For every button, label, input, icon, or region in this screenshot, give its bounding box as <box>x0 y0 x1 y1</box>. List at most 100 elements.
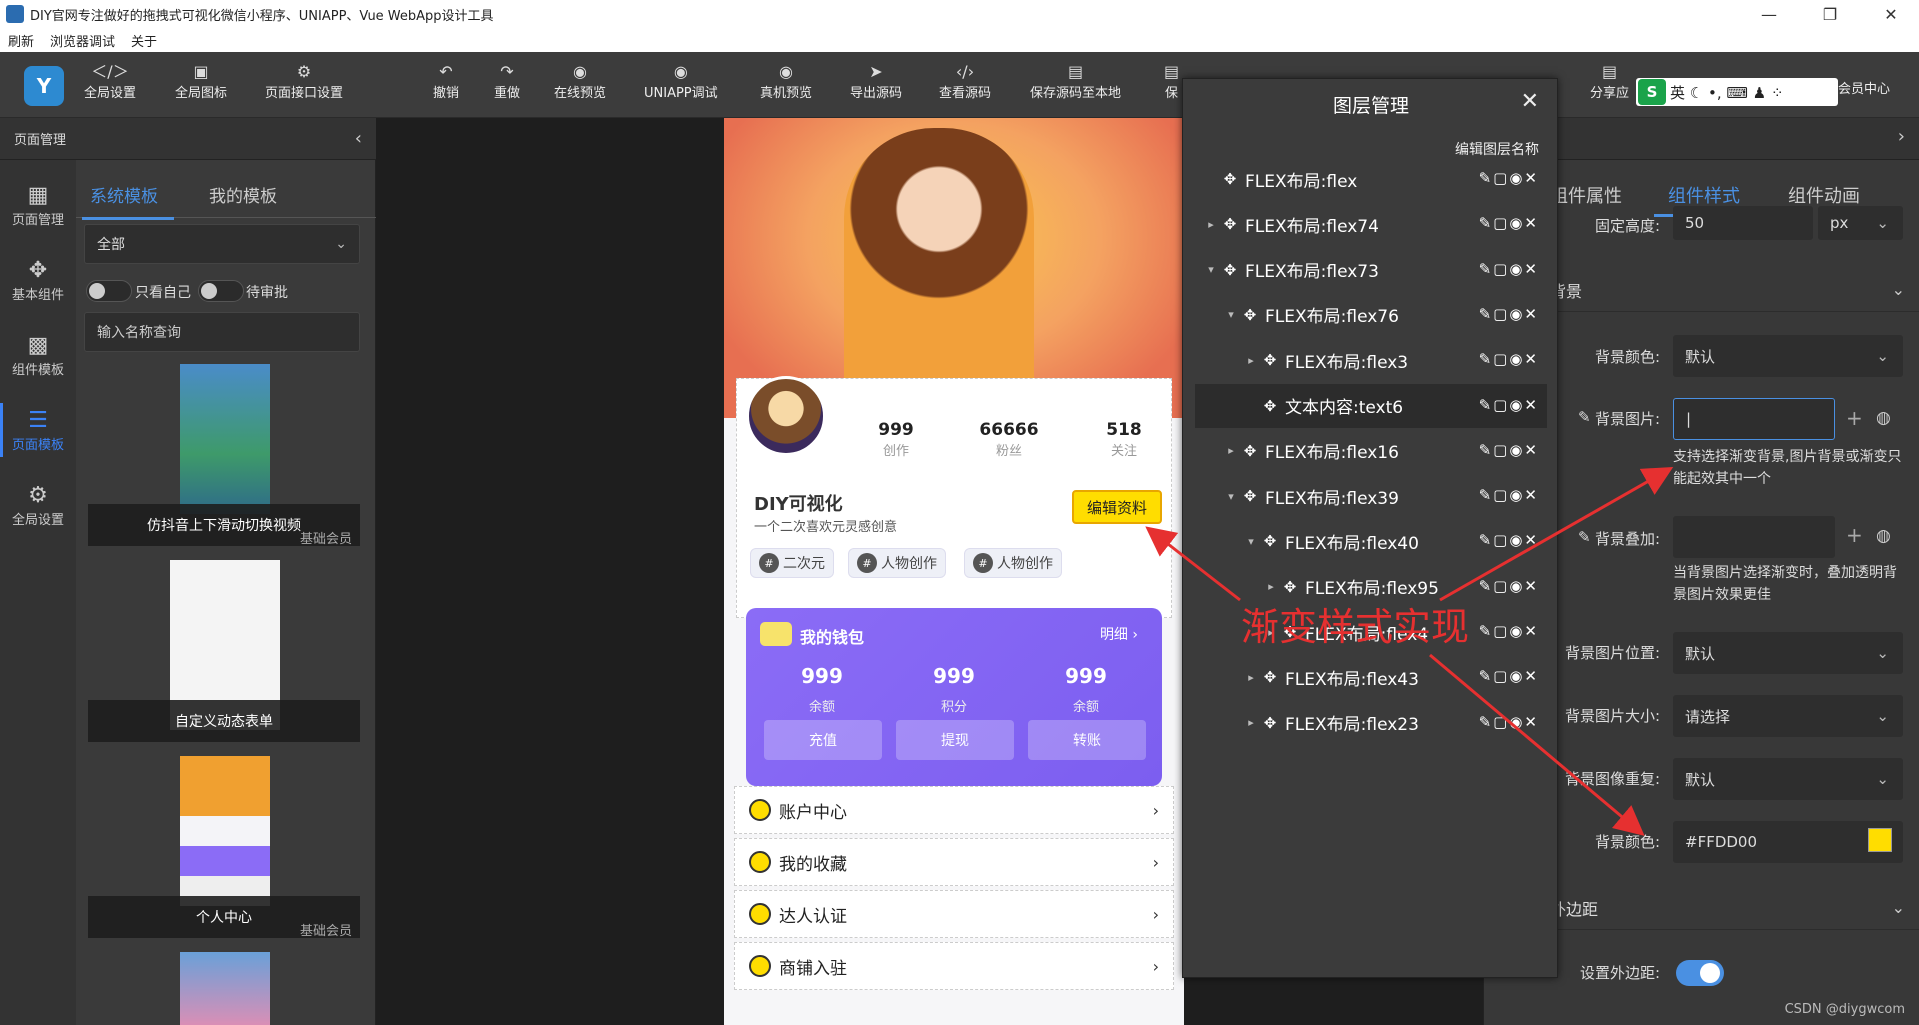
edit-profile-button[interactable]: 编辑资料 <box>1072 490 1162 524</box>
section-background[interactable]: 背景 ⌄ <box>1550 268 1919 312</box>
bg-overlay-input[interactable] <box>1673 516 1835 558</box>
transfer-button[interactable]: 转账 <box>1028 720 1146 760</box>
menu-browser-debug[interactable]: 浏览器调试 <box>50 31 115 50</box>
expand-right-icon[interactable]: ▸ <box>1243 671 1259 684</box>
layer-actions-icon[interactable]: ✎▢◉✕ <box>1479 622 1539 640</box>
export-source-button[interactable]: ➤ 导出源码 <box>850 62 902 101</box>
self-only-toggle[interactable] <box>86 280 132 302</box>
height-unit-select[interactable]: px ⌄ <box>1818 206 1903 240</box>
tab-component-style[interactable]: 组件样式 <box>1668 182 1740 208</box>
layer-actions-icon[interactable]: ✎▢◉✕ <box>1479 531 1539 549</box>
expand-right-icon[interactable]: ▸ <box>1223 444 1239 457</box>
expand-right-icon[interactable]: ▸ <box>1243 716 1259 729</box>
layer-row[interactable]: ▾ ✥ FLEX布局:flex76 ✎▢◉✕ <box>1195 293 1547 337</box>
layer-actions-icon[interactable]: ✎▢◉✕ <box>1479 350 1539 368</box>
menu-refresh[interactable]: 刷新 <box>8 31 34 50</box>
drag-handle-icon[interactable]: ✥ <box>1259 351 1281 369</box>
online-preview-button[interactable]: ◉ 在线预览 <box>554 62 606 101</box>
layer-row[interactable]: ✥ FLEX布局:flex ✎▢◉✕ <box>1195 157 1547 201</box>
pending-review-toggle[interactable] <box>198 280 244 302</box>
palette-icon[interactable]: ◍ <box>1876 526 1891 546</box>
drag-handle-icon[interactable]: ✥ <box>1259 532 1281 550</box>
expand-down-icon[interactable]: ▾ <box>1223 490 1239 503</box>
layer-row[interactable]: ▸ ✥ FLEX布局:flex23 ✎▢◉✕ <box>1195 701 1547 745</box>
stat-fans[interactable]: 66666 粉丝 <box>969 420 1049 459</box>
wallet-detail-link[interactable]: 明细 › <box>1100 624 1138 644</box>
expand-right-icon[interactable]: ▸ <box>1243 354 1259 367</box>
expand-right-icon[interactable]: ▸ <box>1263 580 1279 593</box>
layer-actions-icon[interactable]: ✎▢◉✕ <box>1479 305 1539 323</box>
template-search-input[interactable]: 输入名称查询 <box>84 312 360 352</box>
drag-handle-icon[interactable]: ✥ <box>1239 306 1261 324</box>
collapse-left-icon[interactable]: ‹ <box>355 128 362 149</box>
drag-handle-icon[interactable]: ✥ <box>1219 215 1241 233</box>
phone-preview[interactable]: 999 创作 66666 粉丝 518 关注 DIY可视化 一个二次喜欢元灵感创意 编… <box>724 118 1184 1025</box>
bg-color-select[interactable]: 默认 ⌄ <box>1673 335 1903 377</box>
layer-actions-icon[interactable]: ✎▢◉✕ <box>1479 577 1539 595</box>
add-icon[interactable]: + <box>1846 406 1863 430</box>
tag-chip[interactable]: # 人物创作 <box>848 548 946 578</box>
bg-image-input[interactable]: | <box>1673 398 1835 440</box>
template-thumbnail[interactable] <box>180 952 270 1025</box>
template-thumbnail[interactable] <box>180 364 270 514</box>
view-source-button[interactable]: ‹/› 查看源码 <box>939 62 991 101</box>
color-swatch[interactable] <box>1868 828 1892 852</box>
tab-component-animation[interactable]: 组件动画 <box>1788 182 1860 208</box>
member-center-link[interactable]: 会员中心 <box>1838 78 1890 97</box>
drag-handle-icon[interactable]: ✥ <box>1279 578 1301 596</box>
nickname[interactable]: DIY可视化 <box>754 490 843 516</box>
layer-actions-icon[interactable]: ✎▢◉✕ <box>1479 713 1539 731</box>
drag-handle-icon[interactable]: ✥ <box>1259 668 1281 686</box>
bg-position-select[interactable]: 默认 ⌄ <box>1673 632 1903 674</box>
drag-handle-icon[interactable]: ✥ <box>1239 442 1261 460</box>
template-name[interactable]: 自定义动态表单 <box>88 700 360 742</box>
template-thumbnail[interactable] <box>180 756 270 906</box>
menu-favorites[interactable]: 我的收藏 › <box>734 838 1174 886</box>
drag-handle-icon[interactable]: ✥ <box>1219 170 1241 188</box>
edit-layer-names-link[interactable]: 编辑图层名称 <box>1455 139 1539 159</box>
redo-button[interactable]: ↷ 重做 <box>494 62 520 101</box>
wallet-card[interactable]: 我的钱包 明细 › 999 余额 充值 999 积分 提现 999 余额 转账 <box>746 608 1162 786</box>
expand-down-icon[interactable]: ▾ <box>1203 263 1219 276</box>
palette-icon[interactable]: ◍ <box>1876 408 1891 428</box>
save-source-local-button[interactable]: ▤ 保存源码至本地 <box>1030 62 1121 101</box>
layer-row[interactable]: ▾ ✥ FLEX布局:flex39 ✎▢◉✕ <box>1195 474 1547 518</box>
layer-row[interactable]: ▸ ✥ FLEX布局:flex3 ✎▢◉✕ <box>1195 338 1547 382</box>
global-icons-button[interactable]: ▣ 全局图标 <box>175 62 227 101</box>
margin-toggle[interactable] <box>1676 960 1724 986</box>
maximize-button[interactable]: ❐ <box>1805 0 1855 28</box>
close-icon[interactable]: ✕ <box>1521 89 1539 114</box>
menu-shop-join[interactable]: 商铺入驻 › <box>734 942 1174 990</box>
layer-row[interactable]: ▾ ✥ FLEX布局:flex73 ✎▢◉✕ <box>1195 248 1547 292</box>
layer-row[interactable]: ▾ ✥ FLEX布局:flex40 ✎▢◉✕ <box>1195 519 1547 563</box>
tag-chip[interactable]: # 二次元 <box>750 548 834 578</box>
stat-works[interactable]: 999 创作 <box>866 420 926 459</box>
tag-chip[interactable]: # 人物创作 <box>964 548 1062 578</box>
drag-handle-icon[interactable]: ✥ <box>1259 397 1281 415</box>
menu-verification[interactable]: 达人认证 › <box>734 890 1174 938</box>
layer-actions-icon[interactable]: ✎▢◉✕ <box>1479 441 1539 459</box>
tab-my-templates[interactable]: 我的模板 <box>209 182 277 207</box>
nav-page-manage[interactable]: ▦ 页面管理 <box>0 170 76 240</box>
nav-global-settings[interactable]: ⚙ 全局设置 <box>0 470 76 540</box>
bg-size-select[interactable]: 请选择 ⌄ <box>1673 695 1903 737</box>
category-select[interactable]: 全部 ⌄ <box>84 224 360 264</box>
fixed-height-input[interactable]: 50 <box>1673 206 1813 240</box>
recharge-button[interactable]: 充值 <box>764 720 882 760</box>
hero-banner-image[interactable] <box>724 118 1184 418</box>
nav-component-templates[interactable]: ▩ 组件模板 <box>0 320 76 390</box>
layer-row[interactable]: ✥ 文本内容:text6 ✎▢◉✕ <box>1195 383 1547 428</box>
layer-actions-icon[interactable]: ✎▢◉✕ <box>1479 169 1539 187</box>
ime-status[interactable]: 英 ☾ •, ⌨ ♟ ⁘ <box>1670 82 1784 103</box>
close-window-button[interactable]: ✕ <box>1866 0 1916 28</box>
device-preview-button[interactable]: ◉ 真机预览 <box>760 62 812 101</box>
expand-down-icon[interactable]: ▾ <box>1243 535 1259 548</box>
layer-actions-icon[interactable]: ✎▢◉✕ <box>1479 396 1539 414</box>
drag-handle-icon[interactable]: ✥ <box>1259 714 1281 732</box>
stat-following[interactable]: 518 关注 <box>1094 420 1154 459</box>
page-api-settings-button[interactable]: ⚙ 页面接口设置 <box>265 62 343 101</box>
nav-page-templates[interactable]: ☰ 页面模板 <box>0 395 76 465</box>
layer-actions-icon[interactable]: ✎▢◉✕ <box>1479 214 1539 232</box>
minimize-button[interactable]: — <box>1744 0 1794 28</box>
save-button[interactable]: ▤ 保 <box>1164 62 1179 101</box>
